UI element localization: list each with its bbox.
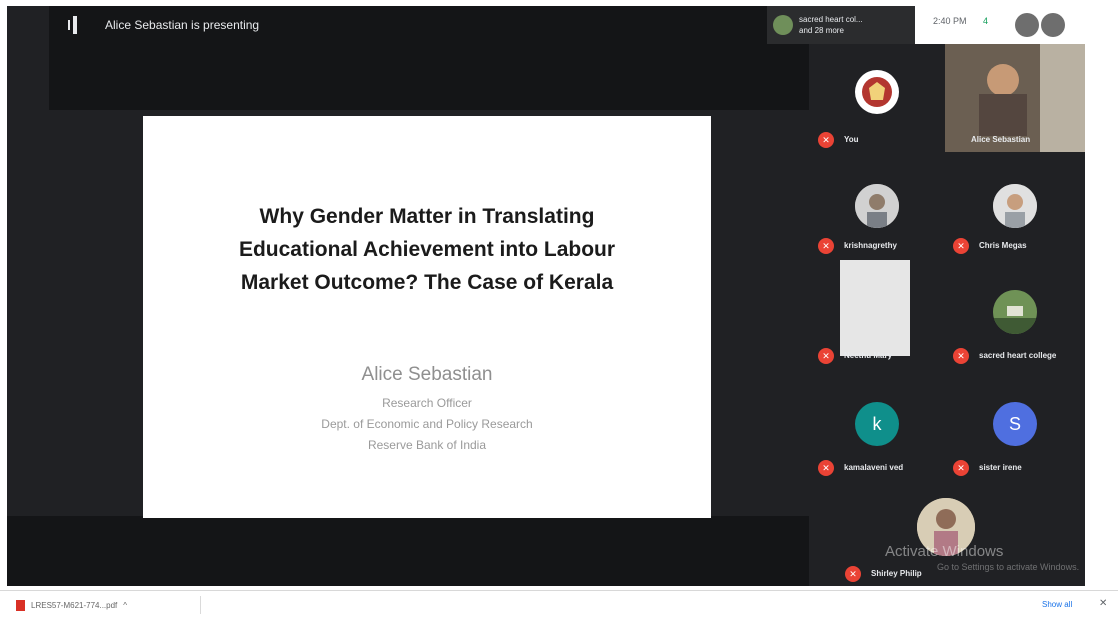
participant-name: Neethu Mary [844,351,893,360]
avatar [773,15,793,35]
slide-line: Reserve Bank of India [367,438,487,452]
slide-author: Alice Sebastian [361,364,493,385]
download-item[interactable]: LRES57-M621-774...pdf ^ [16,597,127,613]
avatar-letter: S [993,402,1037,446]
pdf-icon [16,599,25,611]
slide-line: Dept. of Economic and Policy Research [321,417,533,431]
slide-title-line: Educational Achievement into Labour [238,238,616,261]
participant-tile[interactable]: ✕ sacred heart college [945,260,1085,368]
slide-title-line: Why Gender Matter in Translating [259,205,595,228]
presenting-banner: Alice Sebastian is presenting [49,6,809,110]
participant-name: kamalaveni ved [844,463,904,472]
mic-off-icon: ✕ [818,348,834,364]
participant-name: Shirley Philip [871,569,922,578]
meeting-controls: 2:40 PM 4 [915,6,1085,44]
host-summary: sacred heart col... and 28 more [799,14,863,36]
avatar [855,70,899,114]
presentation-slide[interactable]: Why Gender Matter in Translating Educati… [143,116,711,518]
slide-title: Why Gender Matter in Translating Educati… [163,200,691,299]
avatar [855,184,899,228]
avatar [993,184,1037,228]
mic-off-icon: ✕ [818,460,834,476]
participant-name: sister irene [979,463,1022,472]
mic-off-icon: ✕ [818,132,834,148]
participant-tile[interactable]: k ✕ kamalaveni ved [810,372,944,480]
people-icon[interactable] [1015,13,1039,37]
mic-off-icon: ✕ [953,238,969,254]
meet-window: Alice Sebastian is presenting Why Gender… [7,6,1085,586]
avatar [993,290,1037,334]
watermark-title: Activate Windows [885,543,1004,560]
photo-avatar-icon [993,184,1037,228]
browser-viewport: Alice Sebastian is presenting Why Gender… [0,0,1118,590]
participant-name: Chris Megas [979,241,1027,250]
presenting-text: Alice Sebastian is presenting [105,18,260,32]
activities-icon[interactable] [1041,13,1065,37]
photo-avatar-icon [993,290,1037,334]
mic-off-icon: ✕ [953,348,969,364]
participant-video [840,260,910,356]
participant-tile[interactable]: S ✕ sister irene [945,372,1085,480]
download-bar: LRES57-M621-774...pdf ^ Show all ✕ [0,590,1118,620]
show-all-button[interactable]: Show all [1042,600,1072,609]
stage-bottom-bar [7,516,809,586]
participant-name: You [844,135,859,144]
mic-off-icon: ✕ [818,238,834,254]
mic-off-icon: ✕ [845,566,861,582]
participant-tile-video[interactable]: ✕ Neethu Mary [810,260,944,368]
host-count: and 28 more [799,26,844,35]
participant-name: sacred heart college [979,351,1057,360]
mic-off-icon: ✕ [953,460,969,476]
host-name: sacred heart col... [799,15,863,24]
participant-tile[interactable]: ✕ krishnagrethy [810,156,944,258]
avatar-letter: k [855,402,899,446]
participant-tile[interactable]: ✕ Chris Megas [945,156,1085,258]
watermark-subtitle: Go to Settings to activate Windows. [937,562,1080,572]
slide-line: Research Officer [382,396,472,410]
participant-name: krishnagrethy [844,241,897,250]
download-filename: LRES57-M621-774...pdf [31,600,118,610]
slide-title-line: Market Outcome? The Case of Kerala [240,271,614,294]
participant-tile[interactable]: ✕ You [810,44,944,152]
clock: 2:40 PM [933,16,967,26]
crest-icon [857,72,897,112]
participant-tile-video[interactable]: Alice Sebastian [945,44,1085,152]
divider [200,596,201,614]
chevron-up-icon[interactable]: ^ [123,601,127,610]
participants-chip[interactable]: sacred heart col... and 28 more 2:40 PM … [767,6,1085,44]
participant-name: Alice Sebastian [971,135,1031,144]
close-icon[interactable]: ✕ [1099,598,1107,609]
present-screen-icon [68,16,77,34]
chat-count-badge[interactable]: 4 [983,16,988,26]
photo-avatar-icon [855,184,899,228]
